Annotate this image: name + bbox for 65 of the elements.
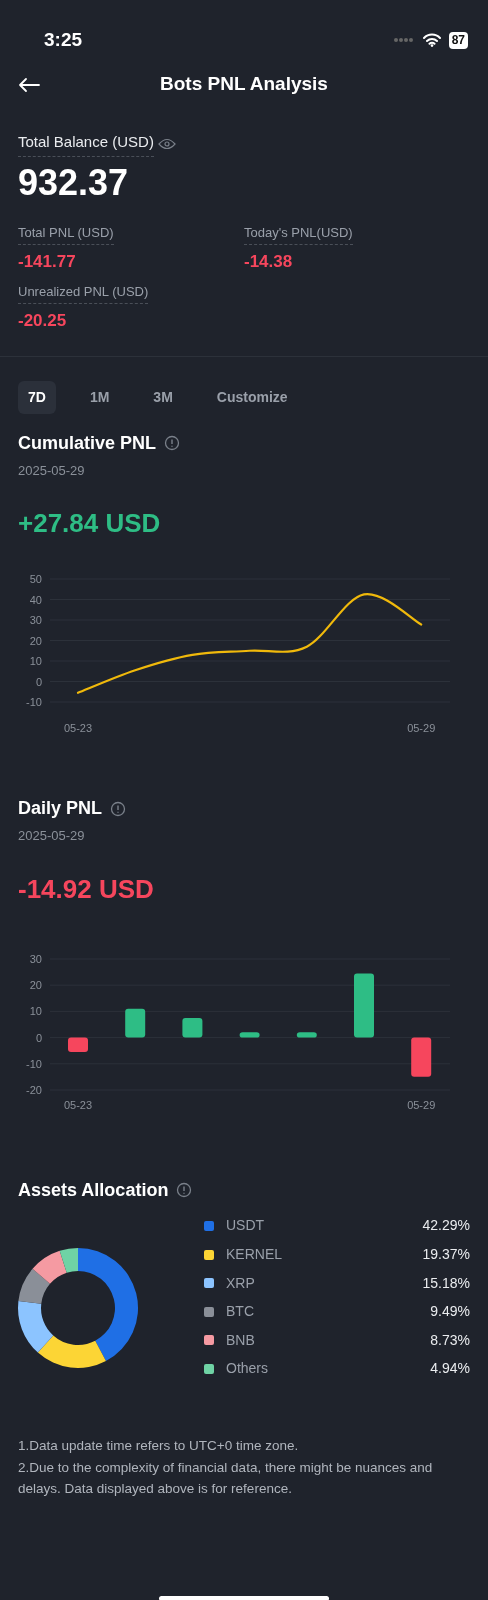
pnl-bar [125,1008,146,1038]
axis-label: 30 [29,952,42,965]
page-title: Bots PNL Analysis [160,72,328,97]
stat-value: -20.25 [18,310,68,333]
axis-label: 20 [29,978,42,991]
legend-label: USDT [226,1216,266,1236]
eye-icon [157,137,176,150]
chart-date: 2025-05-29 [18,461,86,480]
stat-label: Unrealized PNL (USD) [18,281,149,305]
info-icon [110,800,127,817]
legend-percent: 15.18% [422,1273,470,1293]
signal-icon [392,37,415,43]
pnl-bar [296,1032,317,1038]
section-title: Daily PNL [18,797,103,821]
axis-label: 05-29 [407,1098,436,1111]
legend-percent: 19.37% [422,1245,470,1265]
pnl-value: +27.84 USD [18,507,162,541]
axis-label: 10 [29,655,42,668]
range-tab[interactable]: Customize [206,380,298,414]
battery-level: 87 [448,31,468,49]
stat-value: -14.38 [244,251,294,274]
footnote: 2.Due to the complexity of financial data, there might be nuances and delays. Data displayed above is for reference. [18,1458,434,1499]
balance-label: Total Balance (USD) [18,131,154,157]
pnl-bar [354,973,374,1038]
legend-percent: 8.73% [430,1330,470,1350]
axis-label: 05-23 [63,722,93,735]
axis-label: 10 [29,1005,42,1018]
axis-label: 05-29 [407,722,436,735]
stat-label: Total PNL (USD) [18,222,114,246]
range-tab[interactable]: 7D [18,380,56,414]
axis-label: 0 [35,675,42,688]
axis-label: 30 [29,614,42,627]
info-icon [176,1182,193,1199]
range-tab[interactable]: 1M [79,380,120,414]
legend-label: Others [226,1359,269,1379]
axis-label: 40 [29,593,42,606]
axis-label: 20 [29,634,42,647]
axis-label: 0 [35,1031,42,1044]
footnote: 1.Data update time refers to UTC+0 time zone. [18,1437,300,1456]
legend-percent: 9.49% [430,1302,470,1322]
axis-label: 50 [29,573,42,586]
stat-value: -141.77 [18,251,77,274]
legend-label: KERNEL [226,1245,284,1265]
section-title: Assets Allocation [18,1178,169,1202]
axis-label: -10 [26,1057,42,1070]
status-time: 3:25 [44,27,83,52]
axis-label: -10 [26,696,42,709]
pnl-bar [182,1017,203,1038]
legend-percent: 42.29% [422,1216,470,1236]
pnl-bar [239,1032,260,1038]
legend-percent: 4.94% [430,1359,470,1379]
info-icon [164,435,181,452]
legend-label: XRP [226,1273,256,1293]
pnl-value: -14.92 USD [18,872,155,906]
axis-label: 05-23 [63,1098,93,1111]
legend-label: BNB [226,1330,256,1350]
chart-date: 2025-05-29 [18,827,86,846]
wifi-icon [422,33,441,47]
balance-value: 932.37 [18,160,130,204]
section-title: Cumulative PNL [18,431,157,455]
range-tab[interactable]: 3M [143,380,183,414]
stat-label: Today's PNL(USD) [244,222,353,246]
pnl-bar [411,1037,432,1077]
legend-label: BTC [226,1302,255,1322]
axis-label: -20 [26,1083,42,1096]
